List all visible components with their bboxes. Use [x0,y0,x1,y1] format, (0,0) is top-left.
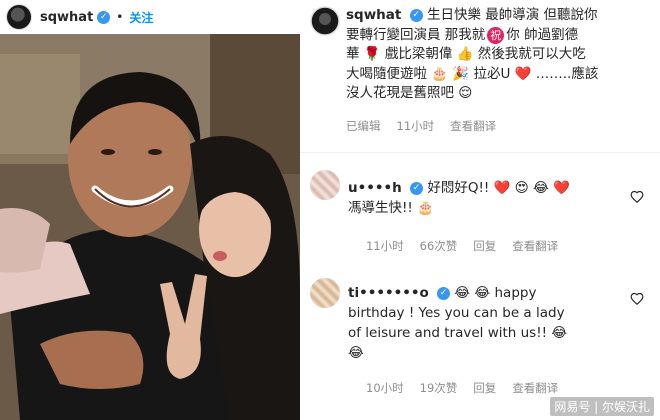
caption-line: 大喝隨便遊啦 🎂 🎉 拉必U ❤️ ……..應該 [346,65,599,82]
avatar[interactable] [6,4,32,30]
like-heart-icon[interactable] [630,190,644,204]
translate-link[interactable]: 查看翻译 [450,118,496,134]
comment: u••••h ✓ 好悶好Q!! ❤️ 😍 😂 ❤️ 馮導生快!! 🎂 [348,178,618,218]
separator-dot: • [116,10,124,24]
comment-time: 10小时 [366,381,404,395]
caption-line: 你 帥過劉德 [506,26,579,43]
caption-emoji-char: 祝 [487,26,505,44]
verified-badge-icon: ✓ [97,10,111,24]
follow-button[interactable]: 关注 [129,9,153,26]
caption-line: 華 🌹 戲比梁朝偉 👍 然後我就可以大吃 [346,46,586,62]
translate-link[interactable]: 查看翻译 [512,380,558,396]
comment-text: 😂 😂 happy [454,285,537,301]
like-count[interactable]: 19次赞 [420,380,458,396]
comment-text: 好悶好Q!! ❤️ 😍 😂 ❤️ [427,180,570,196]
post-details-panel: sqwhat ✓ 生日快樂 最帥導演 但聽說你 要轉行變回演員 那我就祝你 帥過… [300,0,660,420]
verified-badge-icon: ✓ [437,286,451,300]
comment-text: 😂 [348,345,364,361]
avatar[interactable] [310,6,340,36]
comment-meta: 10小时 19次赞 回复 查看翻译 [366,380,558,396]
divider [300,152,660,153]
verified-badge-icon: ✓ [409,8,423,22]
post-photo[interactable] [0,34,300,420]
photo-illustration [0,34,300,420]
caption-line: 生日快樂 最帥導演 但聽說你 [426,7,598,23]
post-time: 11小时 [396,119,435,133]
comment-username[interactable]: u••••h [348,180,402,196]
avatar[interactable] [310,170,340,200]
comment: ti•••••••o ✓ 😂 😂 happy birthday ! Yes yo… [348,283,618,363]
comment-time: 11小时 [366,239,404,253]
photo-post-panel: sqwhat ✓ • 关注 [0,0,300,420]
comment-text: birthday ! Yes you can be a lady [348,305,565,321]
post-meta: 已编辑 11小时 查看翻译 [346,118,496,134]
watermark: 网易号 | 尔娱沃扎 [550,397,654,416]
like-count[interactable]: 66次赞 [420,238,458,254]
post-caption: sqwhat ✓ 生日快樂 最帥導演 但聽說你 要轉行變回演員 那我就祝你 帥過… [346,6,652,104]
comment-text: 馮導生快!! 🎂 [348,200,434,216]
verified-badge-icon: ✓ [410,181,424,195]
caption-username[interactable]: sqwhat [346,7,401,23]
post-header: sqwhat ✓ • 关注 [0,0,300,34]
reply-button[interactable]: 回复 [473,380,496,396]
comment-meta: 11小时 66次赞 回复 查看翻译 [366,238,558,254]
reply-button[interactable]: 回复 [473,238,496,254]
comment-username[interactable]: ti•••••••o [348,285,429,301]
edited-label: 已编辑 [346,119,381,133]
like-heart-icon[interactable] [630,292,644,306]
caption-line: 沒人花現是舊照吧 😌 [346,85,473,101]
post-author-username[interactable]: sqwhat [40,10,93,25]
translate-link[interactable]: 查看翻译 [512,238,558,254]
caption-line: 要轉行變回演員 那我就 [346,26,486,43]
avatar[interactable] [310,278,340,308]
comment-text: of leisure and travel with us!! 😂 [348,325,568,341]
